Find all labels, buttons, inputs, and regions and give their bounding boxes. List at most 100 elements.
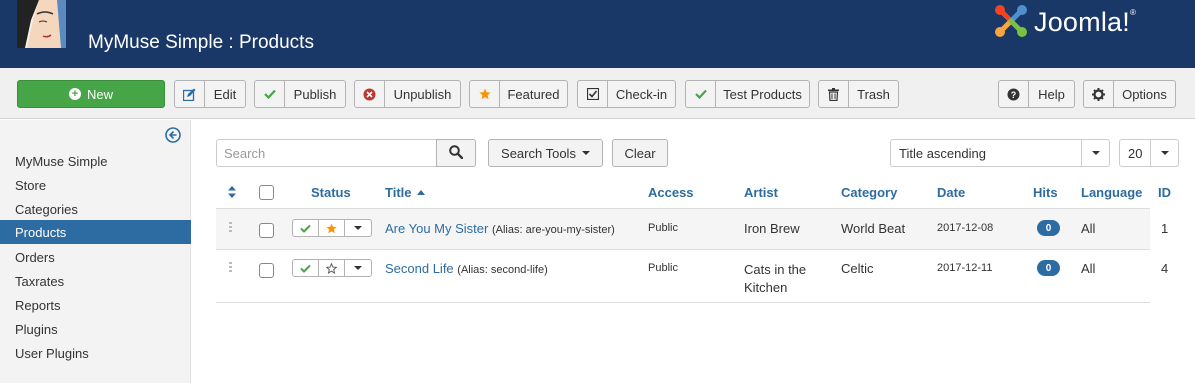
actions-dropdown-icon[interactable] (345, 260, 371, 276)
column-header-title[interactable]: Title (385, 185, 426, 200)
sidebar-item-reports[interactable]: Reports (0, 293, 191, 317)
unfeatured-star-icon[interactable] (319, 260, 345, 276)
new-button-label: New (86, 86, 113, 102)
select-all-checkbox[interactable] (259, 185, 274, 200)
search-button[interactable] (436, 139, 476, 167)
publish-button-label: Publish (293, 86, 337, 102)
product-title-link[interactable]: Are You My Sister (385, 221, 488, 236)
column-header-category[interactable]: Category (841, 185, 897, 200)
sidebar-item-orders[interactable]: Orders (0, 245, 191, 269)
date-cell: 2017-12-11 (937, 262, 993, 274)
page-title: MyMuse Simple : Products (88, 32, 314, 53)
hits-badge: 0 (1037, 260, 1060, 276)
artist-cell: Cats in the Kitchen (744, 262, 807, 295)
joomla-brand[interactable]: Joomla! ® (992, 2, 1136, 42)
checkin-button-label: Check-in (615, 86, 668, 102)
column-header-artist[interactable]: Artist (744, 185, 778, 200)
column-header-hits[interactable]: Hits (1033, 185, 1058, 200)
sidebar-item-taxrates[interactable]: Taxrates (0, 269, 191, 293)
row-checkbox[interactable] (259, 263, 274, 278)
unpublish-button[interactable]: Unpublish (354, 80, 461, 108)
featured-button[interactable]: Featured (469, 80, 568, 108)
featured-star-icon[interactable] (319, 220, 345, 236)
sidebar-item-mymuse-simple[interactable]: MyMuse Simple (0, 149, 191, 173)
column-header-id[interactable]: ID (1158, 185, 1171, 200)
date-cell: 2017-12-08 (937, 222, 994, 234)
column-header-status[interactable]: Status (311, 185, 351, 200)
sidebar-item-user-plugins[interactable]: User Plugins (0, 341, 191, 365)
drag-handle-icon[interactable] (229, 262, 233, 274)
test-products-button-label: Test Products (723, 86, 802, 102)
help-button[interactable]: ? Help (998, 80, 1075, 108)
svg-text:?: ? (1011, 90, 1017, 100)
sidebar-item-products[interactable]: Products (0, 220, 191, 244)
artist-cell: Iron Brew (744, 221, 800, 236)
column-header-date[interactable]: Date (937, 185, 965, 200)
table-divider (216, 302, 1150, 303)
drag-handle-icon[interactable] (229, 222, 233, 234)
actions-dropdown-icon[interactable] (345, 220, 371, 236)
table-divider (216, 249, 1150, 250)
title-header-label: Title (385, 185, 412, 200)
options-button-label: Options (1122, 86, 1167, 102)
extension-logo (17, 0, 66, 48)
registered-mark: ® (1129, 7, 1136, 17)
product-title-cell: Second Life (Alias: second-life) (385, 261, 548, 276)
sort-ascending-icon (417, 190, 426, 195)
status-button-group (292, 259, 372, 277)
chevron-down-icon (581, 151, 590, 155)
options-button[interactable]: Options (1083, 80, 1176, 108)
trash-button[interactable]: Trash (818, 80, 899, 108)
joomla-brand-name: Joomla! (1034, 6, 1130, 37)
published-check-icon[interactable] (293, 260, 319, 276)
sidebar-item-store[interactable]: Store (0, 173, 191, 197)
ordering-select[interactable]: Title ascending (890, 139, 1110, 167)
question-icon: ? (999, 81, 1029, 107)
row-checkbox[interactable] (259, 223, 274, 238)
new-button[interactable]: + New (17, 80, 165, 108)
limit-select[interactable]: 20 (1119, 139, 1179, 167)
search-icon (449, 144, 464, 162)
ordering-value: Title ascending (899, 145, 986, 161)
column-header-access[interactable]: Access (648, 185, 694, 200)
sidebar-item-categories[interactable]: Categories (0, 197, 191, 221)
check-icon (255, 81, 285, 107)
language-cell: All (1081, 221, 1096, 236)
published-check-icon[interactable] (293, 220, 319, 236)
sort-ordering-icon[interactable] (228, 186, 236, 201)
publish-button[interactable]: Publish (254, 80, 346, 108)
hits-badge: 0 (1037, 220, 1060, 236)
category-cell: World Beat (841, 221, 906, 236)
unpublish-button-label: Unpublish (393, 86, 452, 102)
sidebar-item-plugins[interactable]: Plugins (0, 317, 191, 341)
category-cell: Celtic (841, 261, 874, 276)
toolbar: + New Edit Publish Unpublish Featured Ch… (0, 68, 1195, 119)
product-alias: (Alias: are-you-my-sister) (491, 224, 615, 236)
clear-button[interactable]: Clear (612, 139, 668, 167)
product-title-link[interactable]: Second Life (385, 261, 454, 276)
edit-icon (175, 81, 205, 107)
collapse-sidebar-icon[interactable] (165, 127, 181, 146)
search-tools-button[interactable]: Search Tools (488, 139, 603, 167)
id-cell: 4 (1161, 261, 1169, 276)
header-bar: MyMuse Simple : Products Joomla! ® (0, 0, 1195, 68)
help-button-label: Help (1038, 86, 1065, 102)
plus-icon: + (68, 88, 81, 100)
access-cell: Public (648, 222, 678, 234)
product-title-cell: Are You My Sister (Alias: are-you-my-sis… (385, 221, 615, 236)
star-icon (470, 81, 500, 107)
product-alias: (Alias: second-life) (457, 264, 548, 276)
checkin-button[interactable]: Check-in (577, 80, 676, 108)
language-cell: All (1081, 261, 1096, 276)
search-input[interactable]: Search (216, 139, 437, 167)
column-header-language[interactable]: Language (1081, 185, 1142, 200)
access-cell: Public (648, 262, 678, 274)
search-placeholder: Search (224, 145, 266, 161)
featured-button-label: Featured (507, 86, 560, 102)
edit-button[interactable]: Edit (174, 80, 246, 108)
id-cell: 1 (1161, 221, 1169, 236)
checkbox-icon (578, 81, 608, 107)
edit-button-label: Edit (213, 86, 237, 102)
test-products-button[interactable]: Test Products (685, 80, 810, 108)
trash-icon (819, 81, 849, 107)
